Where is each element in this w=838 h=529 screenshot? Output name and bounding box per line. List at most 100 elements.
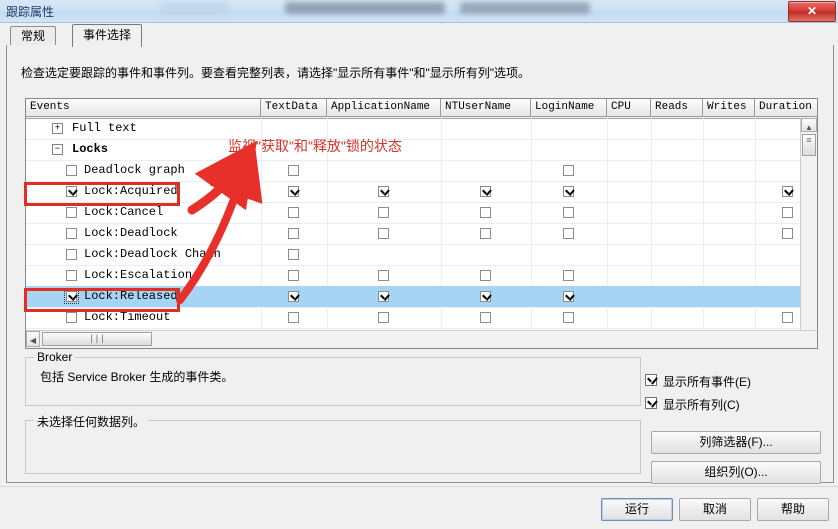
help-button[interactable]: 帮助 (757, 498, 829, 521)
column-checkbox-ntusername[interactable] (480, 228, 491, 239)
grid-row-label: Lock:Escalation (84, 268, 193, 282)
column-checkbox-applicationname[interactable] (378, 228, 389, 239)
grid-row[interactable]: Deadlock graph (26, 160, 817, 182)
event-selection-panel: 检查选定要跟踪的事件和事件列。要查看完整列表，请选择"显示所有事件"和"显示所有… (6, 45, 834, 484)
grid-row[interactable]: + Full text (26, 118, 817, 140)
dialog-button-bar: 运行 取消 帮助 (0, 486, 838, 529)
grid-row-label: Lock:Deadlock (84, 226, 178, 240)
grid-column-header-writes[interactable]: Writes (703, 99, 755, 117)
broker-description: 包括 Service Broker 生成的事件类。 (40, 370, 234, 384)
checkbox-box (645, 397, 657, 409)
tab-general[interactable]: 常规 (10, 26, 57, 47)
run-button[interactable]: 运行 (601, 498, 673, 521)
event-enable-checkbox[interactable] (66, 228, 77, 239)
event-enable-checkbox[interactable] (66, 207, 77, 218)
close-icon[interactable]: ✕ (788, 1, 836, 22)
instruction-text: 检查选定要跟踪的事件和事件列。要查看完整列表，请选择"显示所有事件"和"显示所有… (21, 66, 531, 80)
column-checkbox-ntusername[interactable] (480, 312, 491, 323)
column-checkbox-duration[interactable] (782, 207, 793, 218)
column-groupbox-title: 未选择任何数据列。 (34, 413, 149, 430)
column-checkbox-loginname[interactable] (563, 186, 574, 197)
column-checkbox-textdata[interactable] (288, 249, 299, 260)
annotation-text: 监视"获取"和"释放"锁的状态 (228, 138, 402, 154)
column-checkbox-applicationname[interactable] (378, 186, 389, 197)
column-checkbox-duration[interactable] (782, 228, 793, 239)
background-blur-2 (285, 2, 445, 14)
grid-row[interactable]: Lock:Deadlock (26, 223, 817, 245)
grid-row[interactable]: Lock:Deadlock Chain (26, 244, 817, 266)
column-checkbox-ntusername[interactable] (480, 270, 491, 281)
window-title-bar[interactable]: 跟踪属性 ✕ (0, 0, 838, 23)
event-enable-checkbox[interactable] (66, 249, 77, 260)
grid-row-label: Full text (72, 121, 137, 135)
chevron-up-icon: ▲ (805, 123, 813, 132)
grid-row-label: Lock:Timeout (84, 310, 171, 324)
tab-strip: 常规 事件选择 (6, 24, 832, 47)
background-blur-1 (160, 2, 230, 14)
column-checkbox-loginname[interactable] (563, 228, 574, 239)
event-enable-checkbox[interactable] (66, 270, 77, 281)
vertical-scroll-thumb[interactable]: ≡ (802, 134, 816, 156)
column-checkbox-loginname[interactable] (563, 291, 574, 302)
column-checkbox-ntusername[interactable] (480, 207, 491, 218)
annotation-highlight-lock-released (24, 288, 180, 312)
grid-column-header-cpu[interactable]: CPU (607, 99, 651, 117)
column-checkbox-textdata[interactable] (288, 270, 299, 281)
column-checkbox-ntusername[interactable] (480, 186, 491, 197)
grid-row-label: Lock:Cancel (84, 205, 164, 219)
organize-columns-button[interactable]: 组织列(O)... (651, 461, 821, 484)
expand-icon[interactable]: + (52, 123, 63, 134)
grid-row[interactable]: − Locks (26, 139, 817, 161)
column-checkbox-duration[interactable] (782, 312, 793, 323)
grid-column-header-loginname[interactable]: LoginName (531, 99, 607, 117)
background-blur-3 (460, 2, 590, 14)
horizontal-scroll-thumb[interactable]: ||| (42, 332, 152, 346)
column-groupbox: 未选择任何数据列。 (25, 413, 641, 474)
grid-column-header-textdata[interactable]: TextData (261, 99, 327, 117)
column-checkbox-loginname[interactable] (563, 312, 574, 323)
event-enable-checkbox[interactable] (66, 165, 77, 176)
annotation-highlight-lock-acquired (24, 182, 180, 206)
column-checkbox-duration[interactable] (782, 186, 793, 197)
column-filter-button[interactable]: 列筛选器(F)... (651, 431, 821, 454)
column-checkbox-textdata[interactable] (288, 186, 299, 197)
show-all-events-label: 显示所有事件(E) (663, 375, 751, 389)
cancel-button[interactable]: 取消 (679, 498, 751, 521)
broker-groupbox-title: Broker (34, 350, 76, 364)
window-title: 跟踪属性 (6, 5, 55, 19)
grid-vertical-scrollbar[interactable]: ▲ ≡ ▼ (800, 118, 817, 348)
column-checkbox-loginname[interactable] (563, 207, 574, 218)
checkbox-box (645, 374, 657, 386)
grid-column-header-reads[interactable]: Reads (651, 99, 703, 117)
event-enable-checkbox[interactable] (66, 312, 77, 323)
grid-column-header-ntusername[interactable]: NTUserName (441, 99, 531, 117)
column-checkbox-textdata[interactable] (288, 228, 299, 239)
column-checkbox-applicationname[interactable] (378, 270, 389, 281)
column-checkbox-textdata[interactable] (288, 207, 299, 218)
grid-header-row: Events TextData ApplicationName NTUserName L… (26, 99, 817, 119)
column-checkbox-loginname[interactable] (563, 270, 574, 281)
grid-column-header-events[interactable]: Events (26, 99, 261, 117)
column-checkbox-applicationname[interactable] (378, 207, 389, 218)
tab-event-selection[interactable]: 事件选择 (72, 24, 143, 47)
broker-groupbox: Broker 包括 Service Broker 生成的事件类。 (25, 350, 641, 406)
grid-row-label: Locks (72, 142, 109, 156)
grid-column-header-applicationname[interactable]: ApplicationName (327, 99, 441, 117)
grid-row-label: Deadlock graph (84, 163, 185, 177)
column-checkbox-textdata[interactable] (288, 291, 299, 302)
column-checkbox-applicationname[interactable] (378, 312, 389, 323)
chevron-left-icon: ◀ (29, 336, 37, 345)
grid-column-header-duration[interactable]: Duration (755, 99, 817, 117)
column-checkbox-textdata[interactable] (288, 165, 299, 176)
scroll-left-button[interactable]: ◀ (26, 331, 40, 347)
scroll-grip-icon: ≡ (806, 136, 812, 146)
collapse-icon[interactable]: − (52, 144, 63, 155)
column-checkbox-applicationname[interactable] (378, 291, 389, 302)
scroll-up-button[interactable]: ▲ (801, 118, 817, 132)
scroll-grip-icon-h: ||| (88, 334, 106, 344)
grid-horizontal-scrollbar[interactable]: ◀ ||| (26, 330, 817, 348)
grid-row[interactable]: Lock:Escalation (26, 265, 817, 287)
column-checkbox-textdata[interactable] (288, 312, 299, 323)
column-checkbox-loginname[interactable] (563, 165, 574, 176)
column-checkbox-ntusername[interactable] (480, 291, 491, 302)
